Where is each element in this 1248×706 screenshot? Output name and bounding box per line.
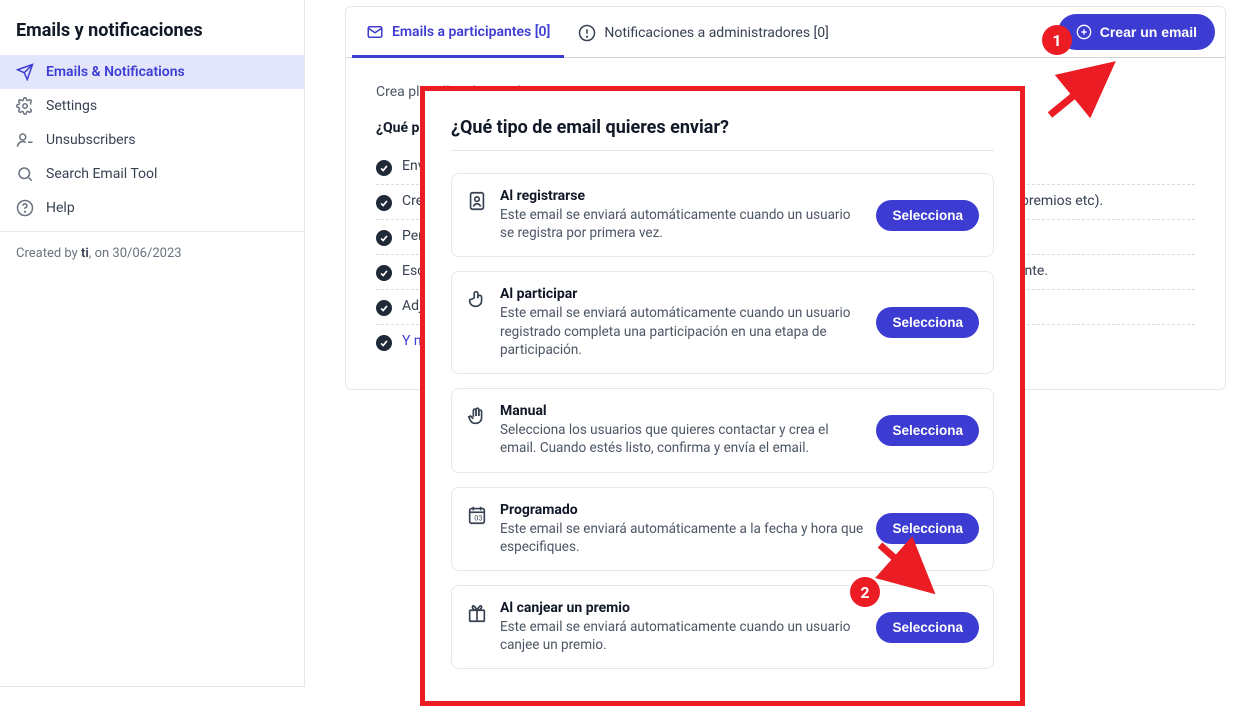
tap-icon <box>466 288 488 310</box>
create-email-button[interactable]: Crear un email <box>1058 14 1215 50</box>
sidebar-title: Emails y notificaciones <box>0 0 304 55</box>
option-redeem-prize: Al canjear un premio Este email se envia… <box>451 585 994 669</box>
sidebar-item-label: Emails & Notifications <box>46 64 185 80</box>
sidebar-item-search-tool[interactable]: Search Email Tool <box>0 157 304 191</box>
option-desc: Este email se enviará automáticamente cu… <box>500 304 864 359</box>
plus-circle-icon <box>1076 24 1092 40</box>
check-icon <box>376 335 392 351</box>
option-desc: Este email se enviará automáticamente a … <box>500 520 864 556</box>
badge-icon <box>466 190 488 212</box>
sidebar-item-label: Unsubscribers <box>46 132 136 148</box>
check-icon <box>376 195 392 211</box>
sidebar-item-help[interactable]: Help <box>0 191 304 225</box>
select-button[interactable]: Selecciona <box>876 307 979 338</box>
footer-prefix: Created by <box>16 246 81 261</box>
sidebar-item-label: Search Email Tool <box>46 166 157 182</box>
check-icon <box>376 265 392 281</box>
sidebar: Emails y notificaciones Emails & Notific… <box>0 0 305 687</box>
option-desc: Este email se enviará automaticamente cu… <box>500 618 864 654</box>
modal-title: ¿Qué tipo de email quieres enviar? <box>451 117 994 138</box>
option-desc: Este email se enviará automáticamente cu… <box>500 206 864 242</box>
gear-icon <box>16 97 34 115</box>
tab-admins[interactable]: Notificaciones a administradores [0] <box>564 8 842 56</box>
check-icon <box>376 300 392 316</box>
annotation-number-2: 2 <box>850 577 880 607</box>
footer-user: ti <box>81 246 89 261</box>
user-minus-icon <box>16 131 34 149</box>
option-title: Programado <box>500 502 864 518</box>
tabs: Emails a participantes [0] Notificacione… <box>346 7 1225 58</box>
tab-label: Emails a participantes [0] <box>392 24 550 40</box>
paper-plane-icon <box>16 63 34 81</box>
sidebar-item-unsubscribers[interactable]: Unsubscribers <box>0 123 304 157</box>
sidebar-item-settings[interactable]: Settings <box>0 89 304 123</box>
sidebar-nav: Emails & Notifications Settings Unsubscr… <box>0 55 304 225</box>
option-title: Manual <box>500 403 864 419</box>
hand-icon <box>466 405 488 427</box>
envelope-icon <box>366 23 384 41</box>
tab-participants[interactable]: Emails a participantes [0] <box>352 7 564 58</box>
option-scheduled: 03 Programado Este email se enviará auto… <box>451 487 994 571</box>
option-manual: Manual Selecciona los usuarios que quier… <box>451 388 994 472</box>
annotation-number-1: 1 <box>1042 25 1072 55</box>
svg-text:03: 03 <box>474 513 482 522</box>
sidebar-item-label: Settings <box>46 98 97 114</box>
search-icon <box>16 165 34 183</box>
alert-icon <box>578 24 596 42</box>
option-title: Al participar <box>500 286 864 302</box>
divider <box>451 150 994 151</box>
email-type-modal: ¿Qué tipo de email quieres enviar? Al re… <box>420 86 1025 706</box>
gift-icon <box>466 602 488 624</box>
select-button[interactable]: Selecciona <box>876 612 979 643</box>
select-button[interactable]: Selecciona <box>876 513 979 544</box>
help-icon <box>16 199 34 217</box>
footer-suffix: , on 30/06/2023 <box>89 246 182 261</box>
option-participate: Al participar Este email se enviará auto… <box>451 271 994 374</box>
create-email-label: Crear un email <box>1100 24 1197 40</box>
tab-label: Notificaciones a administradores [0] <box>604 25 828 41</box>
check-icon <box>376 230 392 246</box>
sidebar-item-label: Help <box>46 200 75 216</box>
sidebar-item-emails[interactable]: Emails & Notifications <box>0 55 304 89</box>
calendar-icon: 03 <box>466 504 488 526</box>
option-title: Al registrarse <box>500 188 864 204</box>
option-register: Al registrarse Este email se enviará aut… <box>451 173 994 257</box>
sidebar-footer: Created by ti, on 30/06/2023 <box>0 231 304 275</box>
select-button[interactable]: Selecciona <box>876 415 979 446</box>
option-title: Al canjear un premio <box>500 600 864 616</box>
check-icon <box>376 160 392 176</box>
option-desc: Selecciona los usuarios que quieres cont… <box>500 421 864 457</box>
select-button[interactable]: Selecciona <box>876 200 979 231</box>
